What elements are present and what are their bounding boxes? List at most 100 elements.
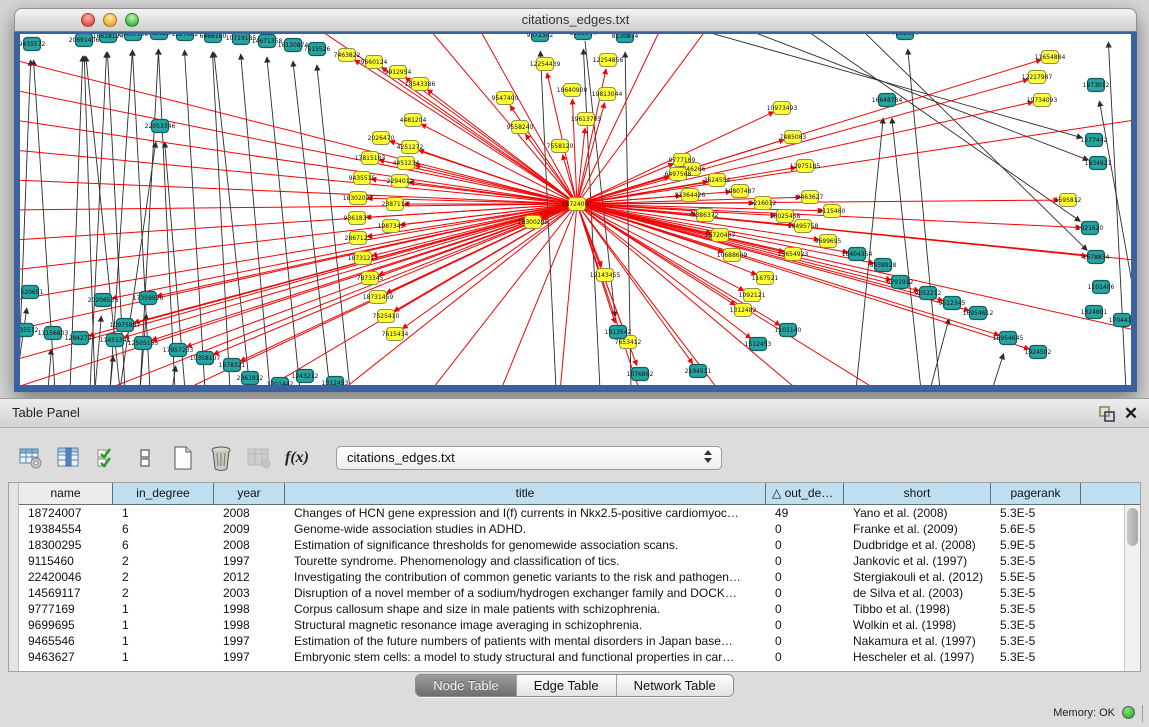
graph-node[interactable]: 9435572 [20,38,46,51]
graph-node[interactable]: 7263084 [892,34,919,40]
table-row[interactable]: 1830029562008Estimation of significance … [19,537,1140,553]
graph-node[interactable]: 1101140 [775,324,802,337]
graph-node[interactable]: 12217987 [1022,71,1053,84]
vertical-scrollbar[interactable] [1124,505,1140,671]
graph-node[interactable]: 12505135 [128,337,159,350]
network-canvas[interactable]: 9435572206914061661812420437190106532871… [20,34,1131,385]
tab-network-table[interactable]: Network Table [616,675,733,696]
table-row[interactable]: 911546021997Tourette syndrome. Phenomeno… [19,553,1140,569]
graph-node[interactable]: 8938928 [870,259,897,272]
table-cell[interactable]: 0 [766,601,844,617]
column-header-year[interactable]: year [214,483,285,505]
table-cell[interactable]: 6 [113,537,214,553]
graph-node[interactable]: 6466160 [200,34,227,43]
table-cell[interactable]: Changes of HCN gene expression and I(f) … [285,505,766,521]
graph-node[interactable]: 1101406 [1088,281,1115,294]
table-cell[interactable]: 19384554 [19,521,113,537]
graph-node[interactable]: 2520651 [20,286,44,299]
table-selector-dropdown[interactable]: citations_edges.txt [336,446,722,470]
table-cell[interactable]: 0 [766,617,844,633]
table-cell[interactable]: 2 [113,585,214,601]
table-cell[interactable]: Estimation of the future numbers of pati… [285,633,766,649]
table-cell[interactable]: 5.3E-5 [991,505,1081,521]
table-cell[interactable]: 1997 [214,633,285,649]
table-settings-icon[interactable] [16,443,46,473]
table-cell[interactable]: 0 [766,633,844,649]
table-cell[interactable]: 2008 [214,505,285,521]
table-cell[interactable]: 9463627 [19,649,113,665]
table-cell[interactable]: Embryonic stem cells: a model to study s… [285,649,766,665]
table-cell[interactable]: 5.3E-5 [991,617,1081,633]
table-cell[interactable]: 1997 [214,553,285,569]
graph-node[interactable]: 8183044 [570,34,597,40]
table-column-icon[interactable] [54,443,84,473]
graph-node[interactable]: 8130874 [612,34,639,43]
table-cell[interactable]: 22420046 [19,569,113,585]
graph-node[interactable]: 1324801 [1081,306,1108,319]
table-cell[interactable]: Nakamura et al. (1997) [844,633,991,649]
graph-node[interactable]: 1527602 [172,34,199,41]
graph-node[interactable]: 1312482 [730,304,757,317]
graph-node[interactable]: 2361812 [237,372,264,385]
memory-ok-indicator[interactable] [1122,706,1135,719]
column-header-out_de[interactable]: △ out_de… [766,483,844,505]
table-cell[interactable]: 0 [766,521,844,537]
table-cell[interactable]: 0 [766,553,844,569]
graph-node[interactable]: 1277442 [1081,134,1108,147]
column-header-name[interactable]: name [19,483,113,505]
table-cell[interactable]: Dudbridge et al. (2008) [844,537,991,553]
graph-node[interactable]: 16954645 [993,332,1024,345]
graph-node[interactable]: 18640900 [557,84,588,97]
table-cell[interactable]: 5.3E-5 [991,601,1081,617]
table-cell[interactable]: 6 [113,521,214,537]
table-cell[interactable]: 1998 [214,617,285,633]
table-cell[interactable]: 0 [766,585,844,601]
graph-node[interactable]: 16954612 [963,307,994,320]
graph-node[interactable]: 18302022 [343,192,374,205]
float-panel-icon[interactable] [1097,404,1117,424]
graph-node[interactable]: 9361837 [344,212,371,225]
graph-node[interactable]: 16404354 [842,248,873,261]
graph-node[interactable]: 1312453 [322,377,349,386]
graph-node[interactable]: 10653287 [144,34,175,40]
table-cell[interactable]: Jankovic et al. (1997) [844,553,991,569]
table-cell[interactable]: 2 [113,569,214,585]
graph-node[interactable]: 1243212 [292,370,319,383]
table-cell[interactable]: 14569117 [19,585,113,601]
table-cell[interactable]: 1997 [214,649,285,665]
table-cell[interactable]: 2009 [214,521,285,537]
graph-node[interactable]: 12254439 [530,58,561,71]
graph-node[interactable]: 7463822 [334,49,361,62]
graph-node[interactable]: 9547400 [492,92,519,105]
graph-node[interactable]: 2026470 [368,132,395,145]
table-row[interactable]: 1456911722003Disruption of a novel membe… [19,585,1140,601]
table-cell[interactable]: 18724007 [19,505,113,521]
table-cell[interactable]: Franke et al. (2009) [844,521,991,537]
table-cell[interactable]: 2 [113,553,214,569]
window-titlebar[interactable]: citations_edges.txt [14,8,1137,32]
table-row[interactable]: 2242004622012Investigating the contribut… [19,569,1140,585]
column-header-short[interactable]: short [844,483,991,505]
graph-node[interactable]: 12975185 [790,160,821,173]
column-header-title[interactable]: title [285,483,766,505]
table-cell[interactable]: 2012 [214,569,285,585]
graph-node[interactable]: 9572302 [527,34,554,42]
graph-node[interactable]: 1678834 [1083,251,1110,264]
delete-table-icon[interactable] [206,443,236,473]
table-cell[interactable]: 1 [113,505,214,521]
table-cell[interactable]: 5.5E-5 [991,569,1081,585]
table-cell[interactable]: 1 [113,601,214,617]
table-cell[interactable]: 5.3E-5 [991,633,1081,649]
graph-node[interactable]: 10807487 [725,185,756,198]
tab-edge-table[interactable]: Edge Table [516,675,616,696]
graph-node[interactable]: 1021620 [1077,222,1104,235]
table-cell[interactable]: 9777169 [19,601,113,617]
graph-node[interactable]: 1924502 [1025,346,1052,359]
close-panel-icon[interactable]: ✕ [1121,404,1141,424]
table-cell[interactable]: 5.6E-5 [991,521,1081,537]
table-cell[interactable]: 1 [113,649,214,665]
select-rows-icon[interactable] [92,443,122,473]
column-header-pagerank[interactable]: pagerank [991,483,1081,505]
table-cell[interactable]: 5.3E-5 [991,553,1081,569]
graph-node[interactable]: 19613705 [571,113,602,126]
